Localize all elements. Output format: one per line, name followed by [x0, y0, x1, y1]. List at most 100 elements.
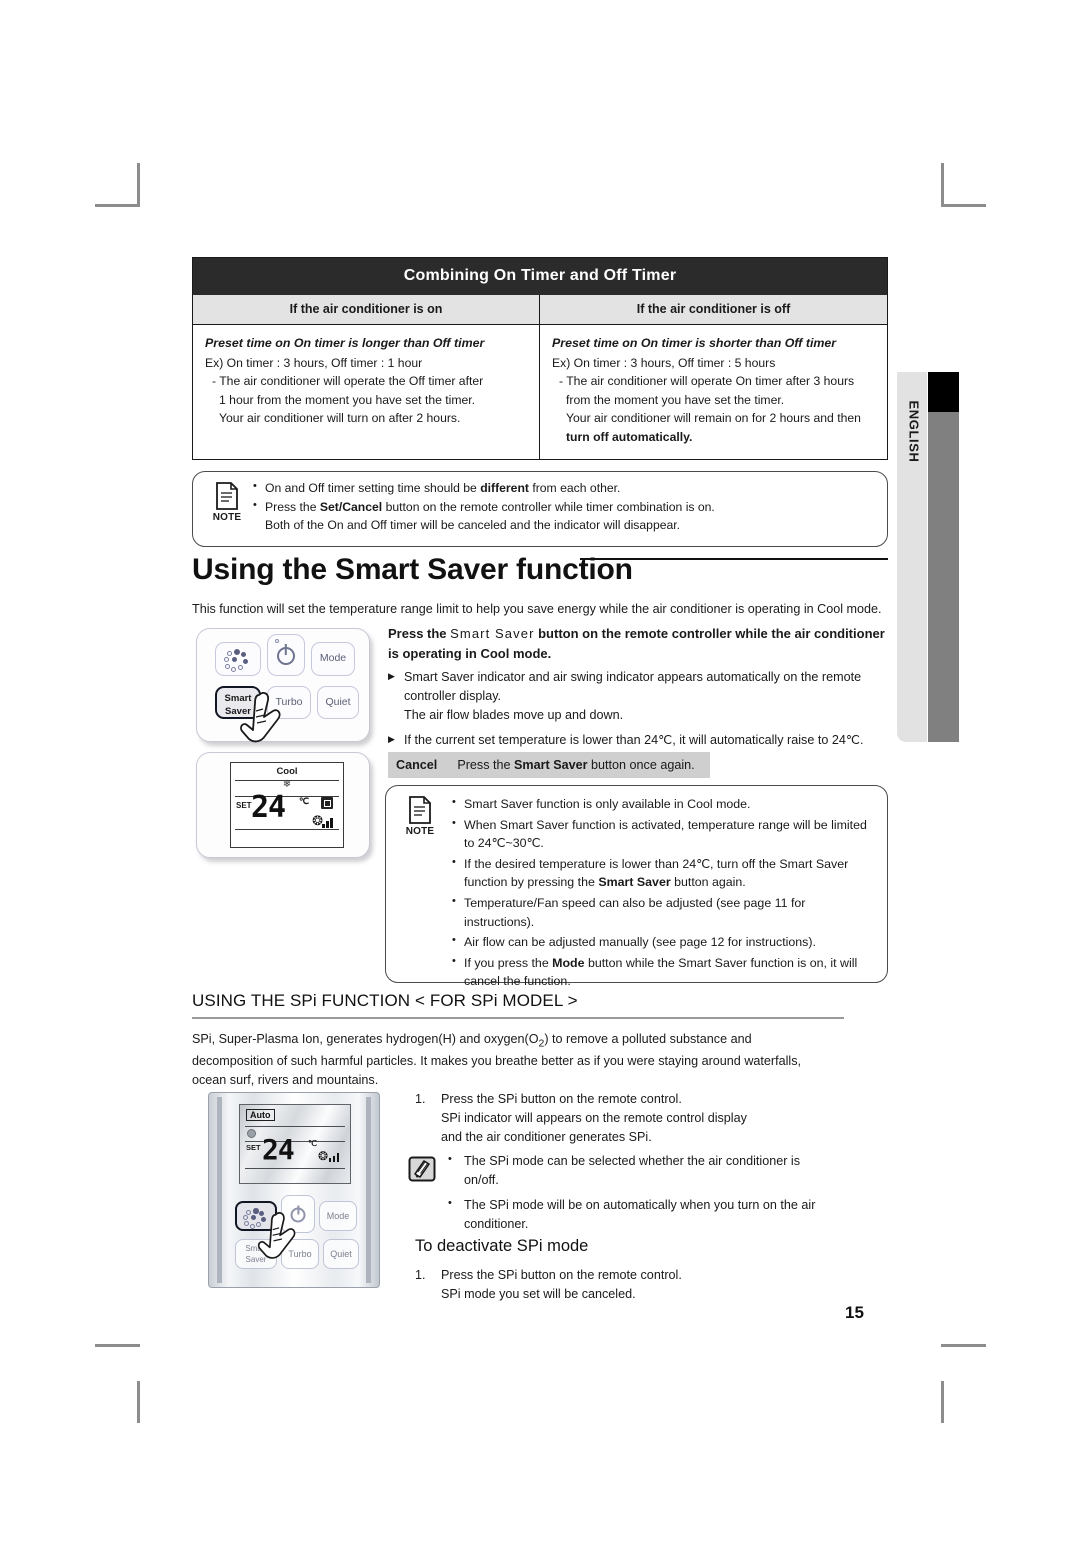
- spi-intro-paragraph: SPi, Super-Plasma Ion, generates hydroge…: [192, 1030, 804, 1089]
- cancel-label: Cancel: [396, 758, 438, 772]
- power-indicator-dot: [275, 639, 279, 643]
- smart-saver-bullets: Smart Saver indicator and air swing indi…: [388, 668, 888, 756]
- remote-lcd-case-smart: Cool ❄ SET 24 ℃ ❂: [196, 752, 370, 858]
- crop-mark-top-right-horizontal: [941, 204, 986, 207]
- cell-on-line1: - The air conditioner will operate the O…: [212, 374, 484, 389]
- crop-mark-bottom-left-vertical: [137, 1381, 140, 1423]
- turbo-button[interactable]: Turbo: [267, 686, 311, 719]
- power-icon: [290, 1207, 306, 1223]
- quiet-button[interactable]: Quiet: [323, 1239, 359, 1269]
- note-box-smart-saver: NOTE Smart Saver function is only availa…: [385, 785, 888, 988]
- spi-button[interactable]: [215, 642, 261, 676]
- mode-button[interactable]: Mode: [319, 1201, 357, 1231]
- cell-on-line3: Your air conditioner will turn on after …: [219, 411, 461, 426]
- lcd-divider: [235, 829, 339, 830]
- crop-mark-top-right-vertical: [941, 163, 944, 205]
- power-button[interactable]: [281, 1195, 315, 1233]
- step-number: 1.: [415, 1092, 426, 1106]
- spi-icon: [216, 643, 260, 675]
- remote-side-right: [366, 1097, 371, 1283]
- lcd-divider: [245, 1168, 345, 1169]
- note-item: Press the Set/Cancel button on the remot…: [253, 497, 877, 534]
- cell-off-line3: Your air conditioner will remain on for …: [566, 411, 861, 426]
- table-header-row: If the air conditioner is on If the air …: [193, 295, 887, 325]
- step-line3: and the air conditioner generates SPi.: [441, 1129, 652, 1144]
- lcd-set-label: SET: [246, 1143, 261, 1152]
- note-item: Air flow can be adjusted manually (see p…: [452, 932, 875, 952]
- power-icon: [277, 646, 295, 665]
- spi-note-item: The SPi mode will be on automatically wh…: [448, 1195, 828, 1234]
- spi-icon: [237, 1203, 275, 1229]
- crop-mark-bottom-right-horizontal: [941, 1344, 986, 1347]
- cell-off-line1: - The air conditioner will operate On ti…: [559, 374, 855, 389]
- lead-button-name: Smart Saver: [450, 626, 535, 641]
- spi-subheading: To deactivate SPi mode: [415, 1237, 589, 1255]
- note-items-smart: Smart Saver function is only available i…: [452, 794, 875, 993]
- note-item: If you press the Mode button while the S…: [452, 953, 875, 991]
- title-rule: [580, 558, 888, 560]
- side-tab-dark-band: [928, 372, 959, 742]
- combining-timer-table: Combining On Timer and Off Timer If the …: [192, 257, 888, 460]
- document-note-icon: [409, 796, 431, 824]
- lcd-temperature-unit: ℃: [299, 796, 310, 806]
- fan-speed-bars-icon: [329, 1152, 342, 1162]
- cancel-pre: Press the: [457, 758, 515, 772]
- table-body-row: Preset time on On timer is longer than O…: [193, 325, 887, 459]
- step-line2: SPi indicator will appears on the remote…: [441, 1110, 747, 1125]
- smart-saver-label-line1: Smart: [224, 693, 252, 704]
- note-box-timer: NOTE On and Off timer setting time shoul…: [192, 471, 888, 547]
- table-cell-off: Preset time on On timer is shorter than …: [540, 325, 887, 459]
- document-note-icon: [216, 482, 238, 510]
- quiet-button[interactable]: Quiet: [317, 686, 359, 719]
- table-cell-on: Preset time on On timer is longer than O…: [193, 325, 540, 459]
- mode-button[interactable]: Mode: [311, 642, 355, 676]
- note-item: On and Off timer setting time should be …: [253, 478, 877, 497]
- note-label: NOTE: [405, 826, 435, 837]
- cell-off-line4: turn off automatically.: [566, 430, 693, 445]
- spi-heading-rule: [192, 1017, 844, 1019]
- spi-intro-part2: ) to remove a polluted substance and: [544, 1032, 752, 1046]
- lcd-divider: [245, 1126, 345, 1127]
- cell-off-heading: Preset time on On timer is shorter than …: [552, 336, 837, 350]
- snowflake-icon: ❄: [282, 779, 292, 790]
- spi-remote-keys: Mode Smart Saver Turbo Quiet: [231, 1193, 361, 1281]
- smart-saver-button[interactable]: Smart Saver: [235, 1239, 277, 1269]
- lead-pre: Press the: [388, 626, 451, 641]
- cell-on-line2: 1 hour from the moment you have set the …: [219, 392, 476, 407]
- lcd-mode-auto: Auto: [246, 1109, 275, 1121]
- cancel-post: button once again.: [587, 758, 695, 772]
- spi-note-item: The SPi mode can be selected whether the…: [448, 1151, 828, 1190]
- table-header-off: If the air conditioner is off: [636, 302, 791, 316]
- step-line2: SPi mode you set will be canceled.: [441, 1286, 636, 1301]
- cancel-instruction-bar: Cancel Press the Smart Saver button once …: [388, 752, 710, 778]
- bullet-text: Smart Saver indicator and air swing indi…: [404, 670, 862, 703]
- spi-note-group: The SPi mode can be selected whether the…: [408, 1151, 828, 1240]
- cell-off-line2: from the moment you have set the timer.: [566, 392, 785, 407]
- smart-saver-intro: This function will set the temperature r…: [192, 602, 882, 616]
- smart-saver-label-line2: Saver: [225, 706, 251, 717]
- note-label: NOTE: [212, 512, 242, 523]
- spi-button[interactable]: [235, 1201, 277, 1231]
- crop-mark-top-left-horizontal: [95, 204, 140, 207]
- step-line1: Press the SPi button on the remote contr…: [441, 1268, 682, 1282]
- lcd-temperature: 24: [251, 790, 286, 825]
- note-icon-group: NOTE: [397, 795, 443, 837]
- cancel-bold: Smart Saver: [514, 758, 588, 772]
- fan-speed-bars-icon: [322, 817, 336, 828]
- crop-mark-bottom-left-horizontal: [95, 1344, 140, 1347]
- memo-pencil-icon: [408, 1156, 436, 1182]
- air-swing-indicator-icon: [321, 797, 333, 809]
- cell-off-example: Ex) On timer : 3 hours, Off timer : 5 ho…: [552, 355, 776, 370]
- remote-button-pad: Mode Smart Saver Turbo Quiet: [196, 628, 370, 743]
- power-button[interactable]: [267, 634, 305, 676]
- remote-lcd-spi: Auto SET 24 ℃ ❂: [239, 1104, 351, 1184]
- crop-mark-top-left-vertical: [137, 163, 140, 205]
- page-number: 15: [845, 1303, 864, 1322]
- smart-saver-button[interactable]: Smart Saver: [215, 686, 261, 719]
- lcd-mode-text: Cool: [276, 766, 298, 777]
- spi-section-heading: USING THE SPi FUNCTION < FOR SPi MODEL >: [192, 991, 578, 1010]
- smart-saver-lead: Press the Smart Saver button on the remo…: [388, 624, 888, 664]
- step-number: 1.: [415, 1268, 426, 1282]
- turbo-button[interactable]: Turbo: [281, 1239, 319, 1269]
- spi-deactivate-step-list: 1. Press the SPi button on the remote co…: [415, 1266, 815, 1304]
